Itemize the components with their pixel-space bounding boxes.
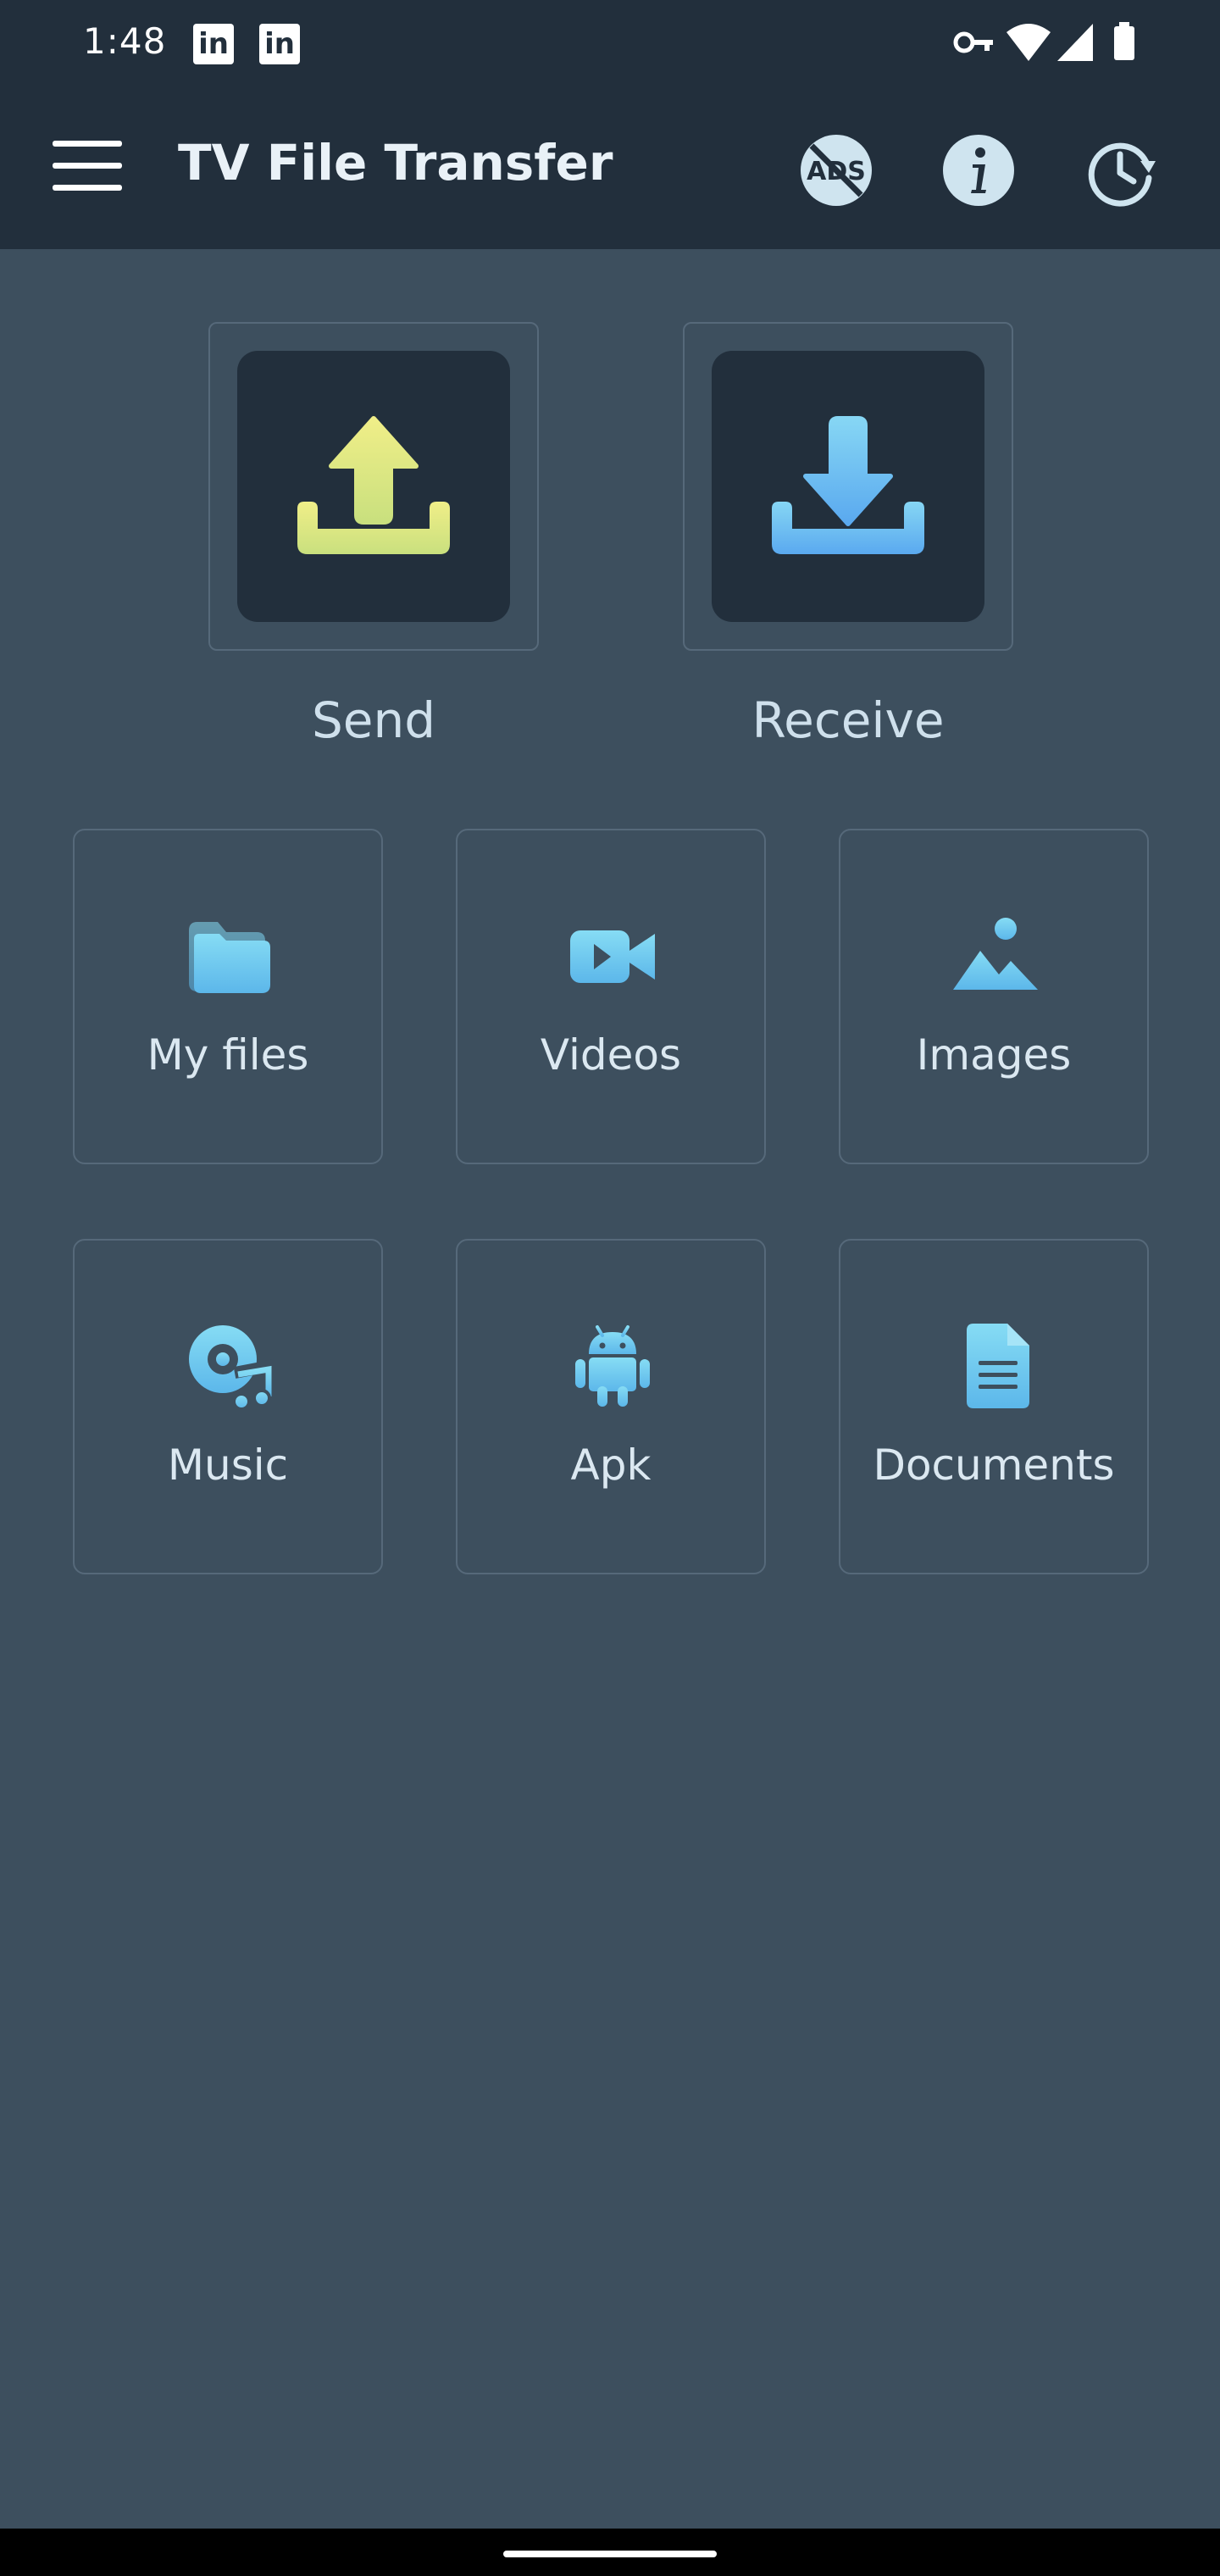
send-button[interactable] bbox=[208, 322, 539, 651]
category-label: Videos bbox=[540, 1030, 682, 1080]
receive-button[interactable] bbox=[683, 322, 1013, 651]
remove-ads-icon[interactable]: ADS bbox=[800, 134, 873, 207]
download-icon bbox=[772, 416, 924, 554]
document-icon bbox=[967, 1324, 1029, 1408]
upload-icon bbox=[297, 416, 450, 554]
send-label: Send bbox=[311, 691, 436, 749]
home-gesture-handle[interactable] bbox=[503, 2551, 717, 2557]
image-icon bbox=[953, 918, 1038, 990]
info-icon[interactable] bbox=[942, 134, 1015, 207]
app-title: TV File Transfer bbox=[178, 134, 613, 192]
category-images[interactable]: Images bbox=[839, 829, 1149, 1164]
android-icon bbox=[575, 1325, 650, 1407]
status-time: 1:48 bbox=[83, 20, 167, 62]
category-videos[interactable]: Videos bbox=[456, 829, 766, 1164]
wifi-icon bbox=[1006, 24, 1051, 61]
music-icon bbox=[189, 1325, 274, 1410]
linkedin-icon: in bbox=[259, 24, 300, 64]
category-label: Documents bbox=[873, 1441, 1115, 1490]
signal-icon bbox=[1057, 24, 1093, 61]
receive-tile bbox=[712, 351, 984, 622]
navigation-bar bbox=[0, 2529, 1220, 2576]
battery-icon bbox=[1114, 22, 1134, 60]
category-documents[interactable]: Documents bbox=[839, 1239, 1149, 1574]
video-camera-icon bbox=[570, 930, 655, 983]
send-tile bbox=[237, 351, 510, 622]
category-my-files[interactable]: My files bbox=[73, 829, 383, 1164]
vpn-key-icon bbox=[953, 31, 993, 53]
category-label: Apk bbox=[570, 1441, 652, 1490]
category-label: Music bbox=[167, 1441, 289, 1490]
category-apk[interactable]: Apk bbox=[456, 1239, 766, 1574]
linkedin-icon: in bbox=[193, 24, 234, 64]
history-icon[interactable] bbox=[1084, 134, 1157, 207]
receive-label: Receive bbox=[751, 691, 945, 749]
status-bar: 1:48 in in bbox=[0, 0, 1220, 85]
menu-button[interactable] bbox=[51, 136, 124, 198]
folder-icon bbox=[189, 922, 270, 993]
category-music[interactable]: Music bbox=[73, 1239, 383, 1574]
app-bar: TV File Transfer ADS bbox=[0, 85, 1220, 249]
category-label: My files bbox=[147, 1030, 309, 1080]
category-label: Images bbox=[916, 1030, 1072, 1080]
